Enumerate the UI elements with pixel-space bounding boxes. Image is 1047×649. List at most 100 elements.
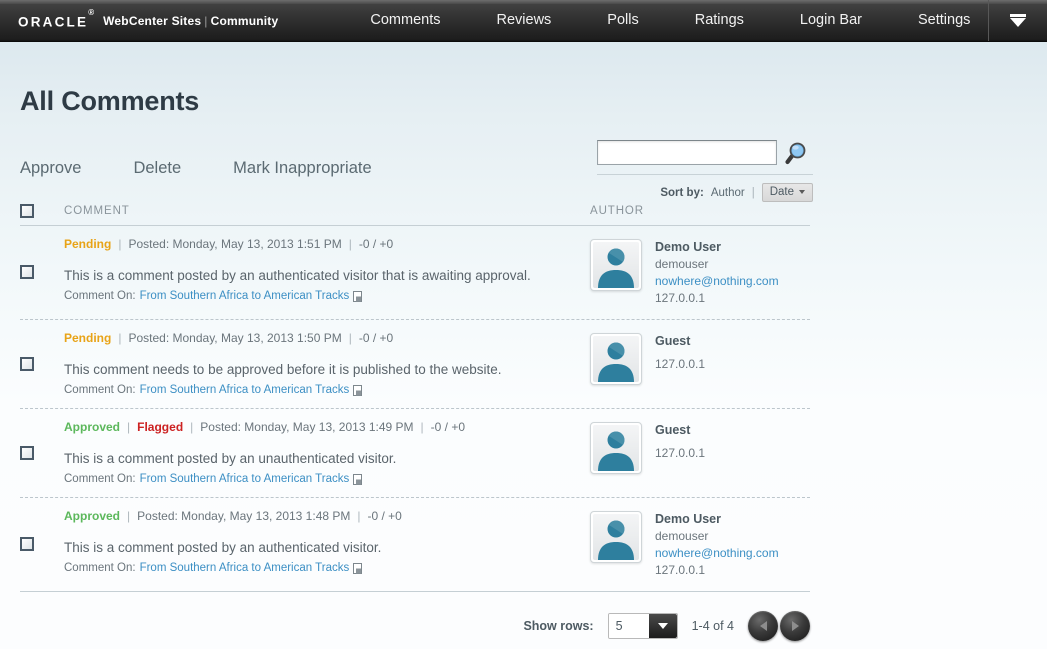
chevron-down-icon [1010,14,1026,27]
search-icon[interactable] [784,141,808,165]
author-block: Demo User demouser nowhere@nothing.com 1… [590,509,810,579]
select-all-checkbox[interactable] [20,203,34,218]
vote-count: -0 / +0 [367,509,402,523]
status-badge: Approved [64,509,121,523]
show-rows-dropdown-button[interactable] [648,614,677,638]
author-name: Guest [655,423,691,437]
author-username: demouser [655,529,709,543]
chevron-left-icon [759,621,767,631]
pagination-footer: Show rows: 5 1-4 of 4 [20,611,810,641]
avatar [590,422,642,474]
comment-on-link[interactable]: From Southern Africa to American Tracks [140,290,350,302]
section-name: Community [210,13,279,28]
comment-on: Comment On: From Southern Africa to Amer… [64,290,590,302]
oracle-logo: ORACLE® [18,7,95,30]
author-cell: Guest 127.0.0.1 [590,331,810,396]
avatar [590,511,642,563]
registered-mark: ® [88,7,95,17]
range-text: 1-4 of 4 [691,619,734,633]
row-select-cell [20,331,64,396]
header-comment: COMMENT [64,204,130,217]
prev-page-button[interactable] [748,611,778,641]
comments-table: COMMENT AUTHOR Pending | Posted: Monday,… [20,200,810,591]
comment-on-link[interactable]: From Southern Africa to American Tracks [140,384,350,396]
mark-inappropriate-action[interactable]: Mark Inappropriate [233,159,372,178]
author-email[interactable]: nowhere@nothing.com [655,545,779,562]
nav-comments[interactable]: Comments [342,0,468,41]
nav-menu-toggle[interactable] [988,0,1047,41]
page-title: All Comments [20,86,200,116]
comment-body: This is a comment posted by an unauthent… [64,451,397,466]
comment-meta: Pending | Posted: Monday, May 13, 2013 1… [64,331,394,345]
author-info: Demo User demouser nowhere@nothing.com 1… [655,239,779,307]
row-select-cell [20,237,64,307]
posted-date: Posted: Monday, May 13, 2013 1:51 PM [128,237,342,251]
author-block: Guest 127.0.0.1 [590,420,810,474]
approve-action[interactable]: Approve [20,159,81,178]
comment-body: This is a comment posted by an authentic… [64,540,382,555]
author-ip: 127.0.0.1 [655,291,706,305]
author-block: Demo User demouser nowhere@nothing.com 1… [590,237,810,307]
vote-count: -0 / +0 [358,237,394,251]
comment-on-link[interactable]: From Southern Africa to American Tracks [140,562,350,574]
author-ip: 127.0.0.1 [655,563,706,577]
brand-separator: | [204,13,208,28]
search-input[interactable] [597,140,777,165]
header-author: AUTHOR [590,204,644,217]
author-cell: Demo User demouser nowhere@nothing.com 1… [590,237,810,307]
sort-row: Sort by: Author | Date [597,174,813,202]
external-link-icon[interactable] [353,290,363,302]
external-link-icon[interactable] [353,562,363,574]
product-name: WebCenter Sites [103,13,202,28]
comment-cell: Approved | Flagged | Posted: Monday, May… [64,420,590,485]
author-block: Guest 127.0.0.1 [590,331,810,385]
author-name: Demo User [655,512,721,526]
author-ip: 127.0.0.1 [655,446,706,460]
row-checkbox[interactable] [20,265,34,279]
avatar [590,239,642,291]
author-info: Demo User demouser nowhere@nothing.com 1… [655,511,779,579]
comment-on-label: Comment On: [64,562,136,574]
table-row: Pending | Posted: Monday, May 13, 2013 1… [20,226,810,320]
search-row [597,140,813,165]
next-page-button[interactable] [780,611,810,641]
sort-by-author[interactable]: Author [711,187,745,199]
author-cell: Demo User demouser nowhere@nothing.com 1… [590,509,810,579]
row-checkbox[interactable] [20,537,34,551]
row-checkbox[interactable] [20,356,34,371]
author-ip: 127.0.0.1 [655,357,706,371]
author-name: Guest [655,334,691,348]
comment-on: Comment On: From Southern Africa to Amer… [64,562,590,574]
external-link-icon[interactable] [353,384,363,396]
sort-divider: | [751,186,755,199]
nav-settings[interactable]: Settings [890,0,998,41]
external-link-icon[interactable] [353,473,363,485]
row-checkbox[interactable] [20,445,34,460]
show-rows-label: Show rows: [523,619,594,633]
author-email[interactable]: nowhere@nothing.com [655,273,779,290]
table-bottom-divider [20,591,810,592]
author-name: Demo User [655,240,721,254]
table-row: Approved | Flagged | Posted: Monday, May… [20,409,810,498]
author-info: Guest 127.0.0.1 [655,333,705,385]
product-title: WebCenter Sites | Community [103,14,278,28]
comment-on: Comment On: From Southern Africa to Amer… [64,473,590,485]
select-all-cell [20,203,64,218]
table-row: Approved | Posted: Monday, May 13, 2013 … [20,498,810,591]
sort-by-date[interactable]: Date [761,183,813,202]
row-select-cell [20,509,64,579]
comment-meta: Approved | Flagged | Posted: Monday, May… [64,420,465,434]
delete-action[interactable]: Delete [133,159,181,178]
posted-date: Posted: Monday, May 13, 2013 1:50 PM [128,331,342,345]
row-select-cell [20,420,64,485]
comment-on-link[interactable]: From Southern Africa to American Tracks [140,473,350,485]
comment-on-label: Comment On: [64,473,136,485]
nav-ratings[interactable]: Ratings [667,0,772,41]
nav-polls[interactable]: Polls [579,0,666,41]
chevron-right-icon [791,621,799,631]
nav-reviews[interactable]: Reviews [469,0,580,41]
nav-items: Comments Reviews Polls Ratings Login Bar… [342,0,998,41]
nav-login-bar[interactable]: Login Bar [772,0,890,41]
author-username: demouser [655,257,709,271]
show-rows-select[interactable]: 5 [607,613,678,639]
